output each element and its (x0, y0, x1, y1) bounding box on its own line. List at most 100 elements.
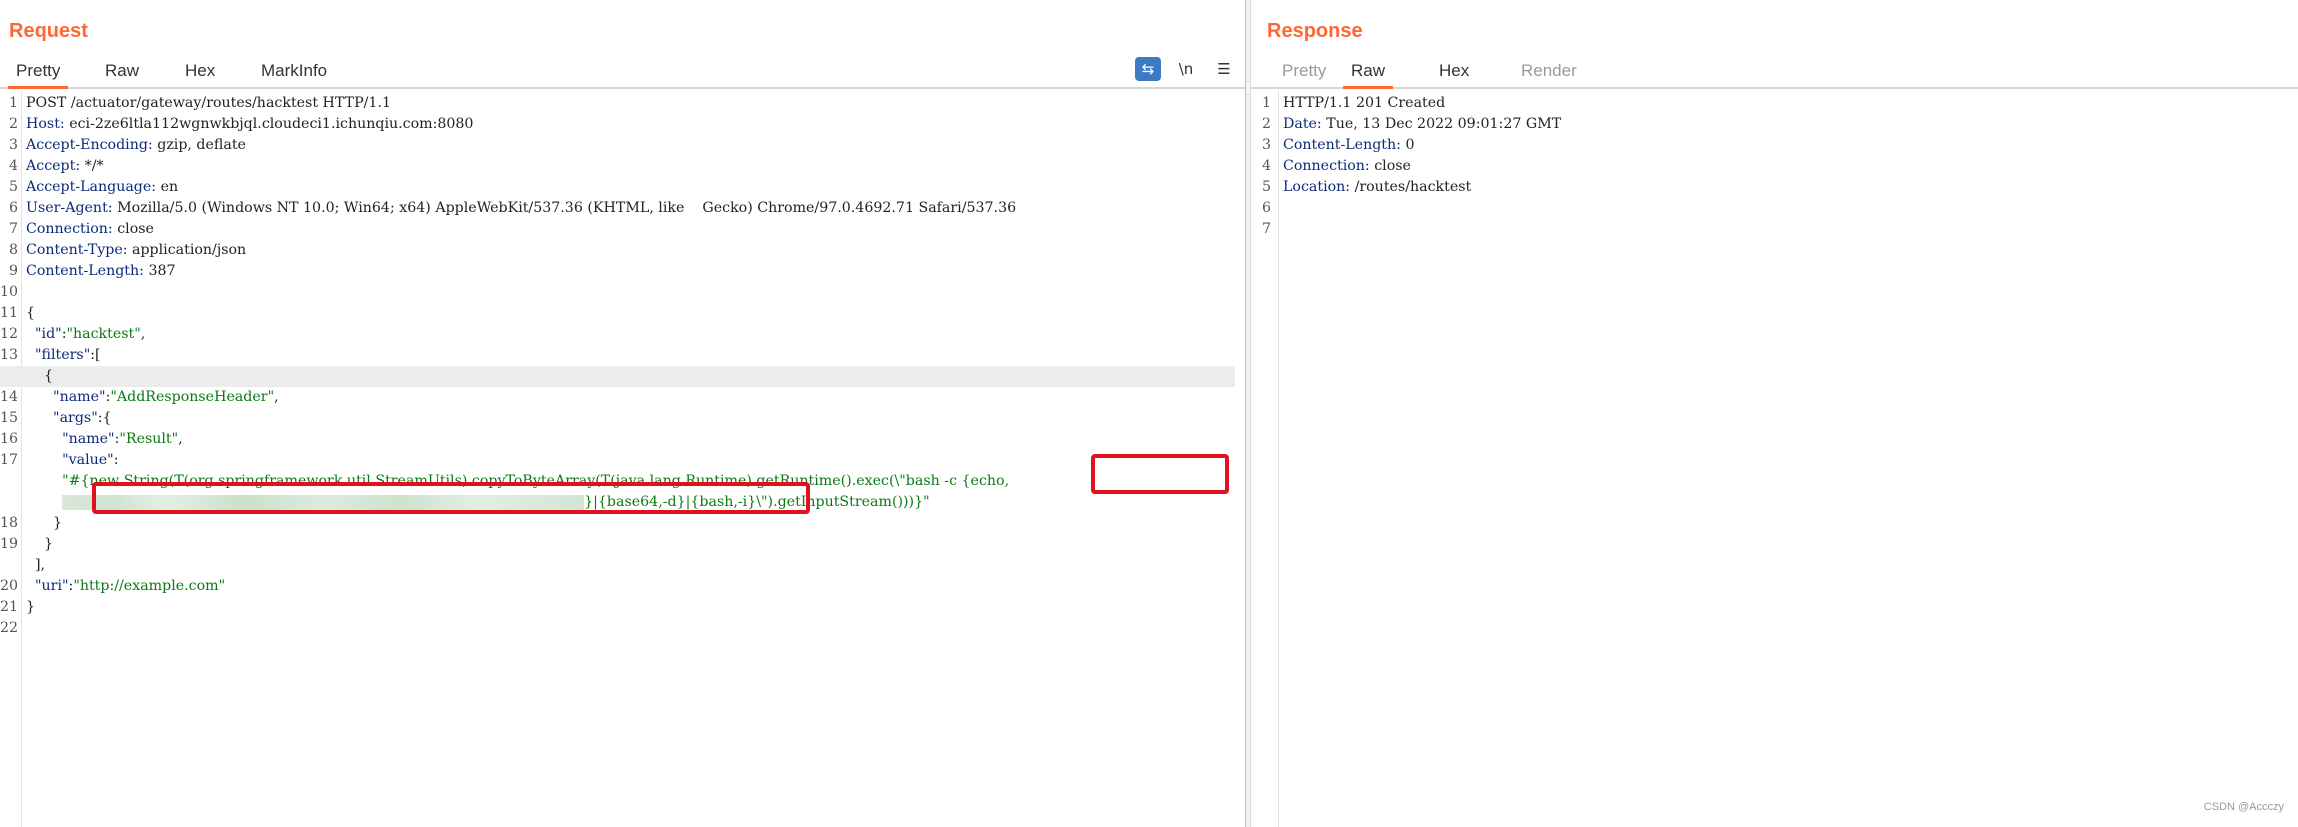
code-line: 3 Content-Length: 0 (1251, 135, 2288, 156)
line-content: "name":"Result", (26, 429, 183, 450)
code-line: 7 Connection: close (0, 219, 1235, 240)
code-token: Content-Type: (26, 242, 133, 258)
code-token: en (160, 179, 179, 195)
code-token: "name" (26, 431, 115, 447)
line-number: 13 (0, 347, 19, 363)
line-number: 2 (8, 116, 18, 132)
wrap-lines-icon[interactable]: ⇆ (1135, 57, 1161, 81)
code-token: "AddResponseHeader" (110, 389, 275, 405)
code-token: { (26, 368, 54, 384)
code-token: Host: (26, 116, 70, 132)
code-token: 0 (1405, 137, 1415, 153)
code-token: "args" (26, 410, 98, 426)
code-token: "hacktest" (66, 326, 141, 342)
line-number: 19 (0, 536, 19, 552)
code-line: 16 "name":"Result", (0, 429, 1235, 450)
line-number: 6 (8, 200, 18, 216)
line-content: ], (26, 555, 45, 576)
code-line: 13 "filters":[ (0, 345, 1235, 366)
line-content: Accept-Language: en (26, 177, 178, 198)
line-content: Content-Length: 387 (26, 261, 176, 282)
tab-hex[interactable]: Hex (177, 60, 223, 89)
line-content: } (26, 597, 35, 618)
line-number: 5 (1261, 179, 1271, 195)
line-number: 1 (8, 95, 18, 111)
highlight-box-command (1091, 454, 1229, 494)
line-content: Location: /routes/hacktest (1283, 177, 1471, 198)
tab-raw[interactable]: Raw (97, 60, 147, 89)
tab-render[interactable]: Render (1513, 60, 1585, 89)
code-line: 21} (0, 597, 1235, 618)
line-content: HTTP/1.1 201 Created (1283, 93, 1445, 114)
code-line: 18 } (0, 513, 1235, 534)
code-line: 10 (0, 282, 1235, 303)
code-token: application/json (132, 242, 247, 258)
request-toolbar: ⇆ \n ☰ (1135, 57, 1237, 81)
code-token: Accept: (26, 158, 85, 174)
line-number: 3 (1261, 137, 1271, 153)
tab-pretty[interactable]: Pretty (1274, 60, 1334, 89)
tab-markinfo[interactable]: MarkInfo (253, 60, 335, 89)
code-line: 15 "args":{ (0, 408, 1235, 429)
code-line: 19 } (0, 534, 1235, 555)
code-token: "filters" (26, 347, 91, 363)
line-number: 3 (8, 137, 18, 153)
code-token: Connection: (26, 221, 118, 237)
line-content: } (26, 534, 53, 555)
line-number: 20 (0, 578, 19, 594)
code-token: HTTP/1.1 201 Created (1283, 95, 1446, 111)
line-content: { (26, 366, 53, 387)
code-line: 6 (1251, 198, 2288, 219)
watermark: CSDN @Accczy (2203, 801, 2284, 813)
newline-toggle-icon[interactable]: \n (1173, 57, 1199, 81)
code-token: "id" (26, 326, 62, 342)
code-token: Mozilla/5.0 (Windows NT 10.0; Win64; x64… (117, 200, 1017, 216)
line-number: 18 (0, 515, 19, 531)
code-line: 20 "uri":"http://example.com" (0, 576, 1235, 597)
code-line: 17 "value": (0, 450, 1235, 471)
code-line: 1 POST /actuator/gateway/routes/hacktest … (0, 93, 1235, 114)
tab-raw[interactable]: Raw (1343, 60, 1394, 89)
code-line: { (0, 366, 1235, 387)
code-token: } (26, 515, 63, 531)
line-content: User-Agent: Mozilla/5.0 (Windows NT 10.0… (26, 198, 1016, 219)
code-token: POST /actuator/gateway/routes/hacktest H… (26, 95, 391, 111)
code-line: 8 Content-Type: application/json (0, 240, 1235, 261)
request-pane: Request Pretty Raw Hex MarkInfo ⇆ \n ☰ 1… (0, 0, 1245, 827)
line-content: "args":{ (26, 408, 111, 429)
menu-icon[interactable]: ☰ (1211, 57, 1237, 81)
tab-hex[interactable]: Hex (1431, 60, 1477, 89)
request-lines: 1 POST /actuator/gateway/routes/hacktest … (0, 93, 1235, 639)
code-line: 2 Date: Tue, 13 Dec 2022 09:01:27 GMT (1251, 114, 2288, 135)
code-token: Connection: (1283, 158, 1375, 174)
code-token: "uri" (26, 578, 69, 594)
code-token: Content-Length: (26, 263, 149, 279)
line-number: 1 (1261, 95, 1271, 111)
code-line: 4 Connection: close (1251, 156, 2288, 177)
response-editor[interactable]: 1 HTTP/1.1 201 Created 2 Date: Tue, 13 Dec … (1251, 91, 2298, 827)
response-tabs: Pretty Raw Hex Render (1251, 55, 2298, 89)
response-lines: 1 HTTP/1.1 201 Created 2 Date: Tue, 13 Dec … (1251, 93, 2288, 240)
code-line: 22 (0, 618, 1235, 639)
code-token: Tue, 13 Dec 2022 09:01:27 GMT (1326, 116, 1562, 132)
code-token: eci-2ze6ltla112wgnwkbjql.cloudeci1.ichun… (69, 116, 474, 132)
line-content: Content-Length: 0 (1283, 135, 1414, 156)
code-line: 11 { (0, 303, 1235, 324)
code-line: 4 Accept: */* (0, 156, 1235, 177)
code-token: 387 (148, 263, 176, 279)
code-token: close (117, 221, 154, 237)
code-token: , (178, 431, 183, 447)
line-content: { (26, 303, 35, 324)
code-token: "name" (26, 389, 106, 405)
tab-pretty[interactable]: Pretty (8, 60, 69, 89)
request-editor[interactable]: 1 POST /actuator/gateway/routes/hacktest … (0, 91, 1245, 827)
line-number: 9 (8, 263, 18, 279)
line-content: "id":"hacktest", (26, 324, 145, 345)
code-token: "http://example.com" (73, 578, 226, 594)
line-content: Accept-Encoding: gzip, deflate (26, 135, 246, 156)
code-token: } (26, 599, 36, 615)
line-number: 2 (1261, 116, 1271, 132)
code-line: 6 User-Agent: Mozilla/5.0 (Windows NT 10.… (0, 198, 1235, 219)
code-token: :[ (90, 347, 101, 363)
